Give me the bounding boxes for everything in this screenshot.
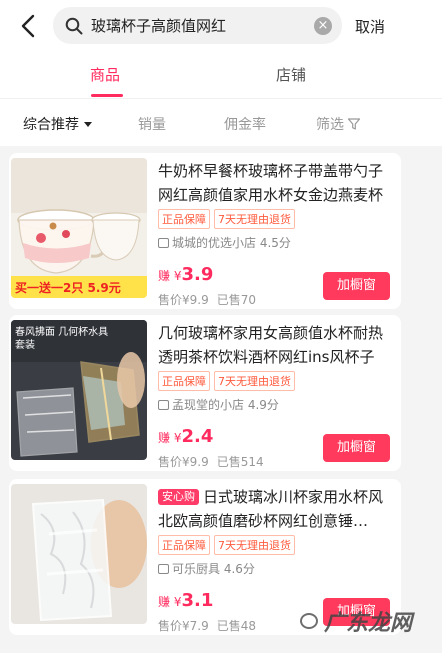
product-price: 售价¥9.9: [158, 293, 209, 307]
product-tags: 正品保障 7天无理由退货: [158, 209, 295, 229]
image-caption: 买一送一2只 5.9元: [15, 281, 121, 295]
earn-prefix: 赚 ¥: [158, 431, 182, 445]
shop-info[interactable]: 城城的优选小店 4.5分: [158, 234, 291, 251]
filter-screen-label: 筛选: [316, 117, 344, 133]
product-card[interactable]: 春风拂面 几何杯水具套装 几何玻璃杯家用女高颜值水杯耐热透明茶杯饮料酒杯网红in…: [9, 315, 401, 471]
tab-bar: 商品 店铺: [0, 52, 442, 98]
shop-name: 孟现堂的小店 4.9分: [172, 398, 279, 412]
add-to-showcase-button[interactable]: 加橱窗: [323, 434, 390, 462]
shop-icon: [158, 563, 169, 574]
tag-return: 7天无理由退货: [214, 371, 295, 391]
earn-amount: 赚 ¥3.9: [158, 264, 213, 285]
filter-default-sort[interactable]: 综合推荐: [23, 114, 92, 134]
search-icon: [63, 15, 85, 37]
clear-icon[interactable]: ×: [314, 16, 332, 35]
assurance-badge: 安心购: [158, 489, 199, 505]
filter-default-label: 综合推荐: [23, 117, 79, 133]
tag-genuine: 正品保障: [158, 371, 210, 391]
caret-down-icon: [84, 121, 92, 127]
product-image: 春风拂面 几何杯水具套装: [11, 320, 147, 460]
tag-return: 7天无理由退货: [214, 535, 295, 555]
earn-value: 2.4: [181, 426, 214, 447]
tab-goods[interactable]: 商品: [90, 64, 120, 85]
earn-amount: 赚 ¥2.4: [158, 426, 213, 447]
filter-bar: 综合推荐 销量 佣金率 筛选: [0, 98, 442, 146]
shop-info[interactable]: 孟现堂的小店 4.9分: [158, 396, 279, 413]
product-image: [11, 484, 147, 624]
earn-prefix: 赚 ¥: [158, 269, 182, 283]
image-caption: 春风拂面 几何杯水具套装: [15, 327, 109, 351]
shop-info[interactable]: 可乐厨具 4.6分: [158, 560, 255, 577]
product-title[interactable]: 几何玻璃杯家用女高颜值水杯耐热透明茶杯饮料酒杯网红ins风杯子: [158, 321, 394, 369]
earn-value: 3.9: [181, 264, 214, 285]
funnel-icon: [347, 118, 361, 130]
watermark: 广东龙网: [300, 605, 412, 637]
earn-value: 3.1: [181, 590, 214, 611]
filter-screen[interactable]: 筛选: [316, 114, 361, 134]
product-sold: 已售514: [216, 455, 264, 469]
product-sold: 已售48: [216, 619, 257, 633]
product-card[interactable]: 买一送一2只 5.9元 牛奶杯早餐杯玻璃杯子带盖带勺子网红高颜值家用水杯女金边燕…: [9, 153, 401, 309]
shop-name: 城城的优选小店 4.5分: [172, 236, 291, 250]
product-image: 买一送一2只 5.9元: [11, 158, 147, 298]
tag-genuine: 正品保障: [158, 535, 210, 555]
top-bar: × 取消: [0, 0, 442, 52]
tab-shops[interactable]: 店铺: [276, 64, 306, 85]
back-button[interactable]: [14, 12, 42, 40]
product-list: 买一送一2只 5.9元 牛奶杯早餐杯玻璃杯子带盖带勺子网红高颜值家用水杯女金边燕…: [0, 146, 442, 653]
shop-icon: [158, 237, 169, 248]
chevron-left-icon: [21, 14, 35, 38]
earn-prefix: 赚 ¥: [158, 595, 182, 609]
add-to-showcase-button[interactable]: 加橱窗: [323, 272, 390, 300]
tag-return: 7天无理由退货: [214, 209, 295, 229]
product-meta: 售价¥9.9 已售514: [158, 453, 264, 470]
search-input[interactable]: [91, 16, 314, 35]
product-meta: 售价¥9.9 已售70: [158, 291, 256, 308]
filter-sales[interactable]: 销量: [138, 114, 166, 134]
active-tab-indicator: [91, 94, 123, 97]
watermark-text: 广东龙网: [324, 611, 413, 636]
cancel-button[interactable]: 取消: [355, 16, 385, 37]
product-price: 售价¥9.9: [158, 455, 209, 469]
watermark-logo-icon: [300, 613, 318, 629]
product-sold: 已售70: [216, 293, 257, 307]
shop-name: 可乐厨具 4.6分: [172, 562, 255, 576]
search-box[interactable]: ×: [53, 7, 342, 44]
filter-commission[interactable]: 佣金率: [224, 114, 266, 134]
tag-genuine: 正品保障: [158, 209, 210, 229]
product-tags: 正品保障 7天无理由退货: [158, 371, 295, 391]
earn-amount: 赚 ¥3.1: [158, 590, 213, 611]
shop-icon: [158, 399, 169, 410]
product-title[interactable]: 安心购 日式玻璃冰川杯家用水杯风北欧高颜值磨砂杯网红创意锤…: [158, 485, 394, 533]
product-title[interactable]: 牛奶杯早餐杯玻璃杯子带盖带勺子网红高颜值家用水杯女金边燕麦杯: [158, 159, 394, 207]
product-meta: 售价¥7.9 已售48: [158, 617, 256, 634]
product-price: 售价¥7.9: [158, 619, 209, 633]
product-tags: 正品保障 7天无理由退货: [158, 535, 295, 555]
